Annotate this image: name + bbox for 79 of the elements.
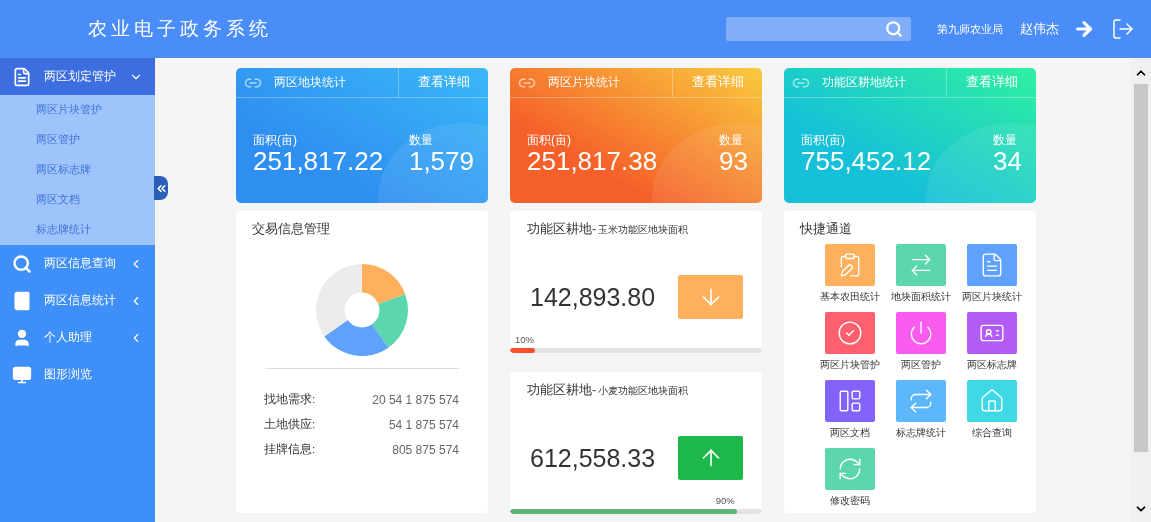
check-circle-icon (836, 320, 863, 346)
info-label: 土地供应: (264, 417, 316, 432)
metric-value: 612,558.33 (530, 443, 657, 473)
info-label: 挂牌信息: (264, 442, 316, 457)
info-value: 20 54 1 875 574 (372, 392, 459, 407)
count-value: 1,579 (408, 147, 474, 175)
shortcut-tile[interactable] (966, 380, 1017, 422)
info-label: 找地需求: (264, 392, 316, 407)
shortcut-label[interactable]: 两区文档 (829, 426, 870, 440)
metric-subtitle: 玉米功能区地块面积 (598, 223, 689, 237)
shortcut-label[interactable]: 两区管护 (900, 358, 941, 372)
shortcut-tile[interactable] (824, 448, 875, 490)
count-label: 数量 (719, 133, 744, 147)
submenu-item[interactable]: 两区标志牌 (0, 155, 155, 185)
shortcut-tile[interactable] (824, 244, 875, 286)
metric-title: 功能区耕地- (527, 221, 597, 238)
card-title: 两区片块统计 (547, 74, 621, 91)
area-value: 251,817.22 (253, 147, 384, 175)
area-value: 251,817.38 (527, 147, 658, 175)
percent-label: 90% (714, 495, 736, 506)
shortcut-tile[interactable] (966, 244, 1017, 286)
count-value: 93 (719, 147, 748, 175)
search-icon[interactable] (885, 20, 903, 38)
metric-value: 142,893.80 (530, 282, 657, 312)
scrollbar[interactable] (1131, 58, 1151, 522)
panel-title: 交易信息管理 (252, 221, 331, 238)
sidebar-item[interactable]: 两区划定管护 (0, 58, 155, 95)
details-link[interactable]: 查看详细 (398, 68, 488, 97)
collapse-button[interactable] (154, 176, 168, 200)
submenu-item[interactable]: 两区管护 (0, 125, 155, 155)
shortcut-label[interactable]: 标志牌统计 (895, 426, 946, 440)
shortcut-label[interactable]: 两区标志牌 (966, 358, 1017, 372)
sidebar-item[interactable]: 两区信息统计 (0, 282, 155, 319)
app-title: 农业电子政务系统 (88, 17, 273, 41)
area-label: 面积(亩) (527, 133, 572, 147)
area-value: 755,452.12 (801, 147, 932, 175)
count-label: 数量 (993, 133, 1018, 147)
metric-subtitle: 小麦功能区地块面积 (598, 384, 689, 398)
submenu-item[interactable]: 两区文档 (0, 185, 155, 215)
sidebar-item[interactable]: 两区信息查询 (0, 245, 155, 282)
shortcut-tile[interactable] (895, 312, 946, 354)
metric-title: 功能区耕地- (527, 382, 597, 399)
count-label: 数量 (408, 133, 433, 147)
details-link[interactable]: 查看详细 (946, 68, 1036, 97)
user-name: 赵伟杰 (1020, 20, 1059, 38)
shortcut-tile[interactable] (966, 312, 1017, 354)
shortcut-label[interactable]: 两区片块管护 (819, 358, 880, 372)
shortcut-label[interactable]: 基本农田统计 (819, 290, 880, 304)
area-label: 面积(亩) (801, 133, 846, 147)
sidebar-item[interactable]: 个人助理 (0, 319, 155, 356)
shortcut-label[interactable]: 修改密码 (829, 494, 870, 508)
search-icon (12, 253, 32, 274)
info-value: 805 875 574 (392, 442, 459, 457)
area-label: 面积(亩) (253, 133, 298, 147)
shortcut-tile[interactable] (824, 312, 875, 354)
sidebar-item[interactable]: 图形浏览 (0, 356, 155, 393)
shortcut-tile[interactable] (824, 380, 875, 422)
shortcut-tile[interactable] (895, 380, 946, 422)
details-link[interactable]: 查看详细 (672, 68, 762, 97)
percent-label: 10% (514, 334, 535, 345)
org-name: 第九师农业局 (937, 21, 1003, 37)
count-value: 34 (993, 147, 1022, 175)
document-icon (12, 66, 32, 87)
shortcut-label[interactable]: 地块面积统计 (890, 290, 951, 304)
shortcut-tile[interactable] (895, 244, 946, 286)
shortcut-label[interactable]: 两区片块统计 (961, 290, 1022, 304)
info-value: 54 1 875 574 (388, 417, 459, 432)
shortcut-label[interactable]: 综合查询 (971, 426, 1012, 440)
user-icon (12, 327, 32, 348)
submenu-item[interactable]: 标志牌统计 (0, 215, 155, 245)
scroll-thumb[interactable] (1134, 84, 1148, 452)
card-title: 两区地块统计 (273, 74, 347, 91)
submenu-item[interactable]: 两区片块管护 (0, 95, 155, 125)
monitor-icon (12, 364, 32, 385)
arrow-icon[interactable] (1073, 18, 1095, 40)
panel-title: 快捷通道 (800, 221, 853, 238)
logout-icon[interactable] (1111, 17, 1135, 41)
card-title: 功能区耕地统计 (821, 74, 907, 91)
search-field[interactable] (726, 17, 911, 41)
